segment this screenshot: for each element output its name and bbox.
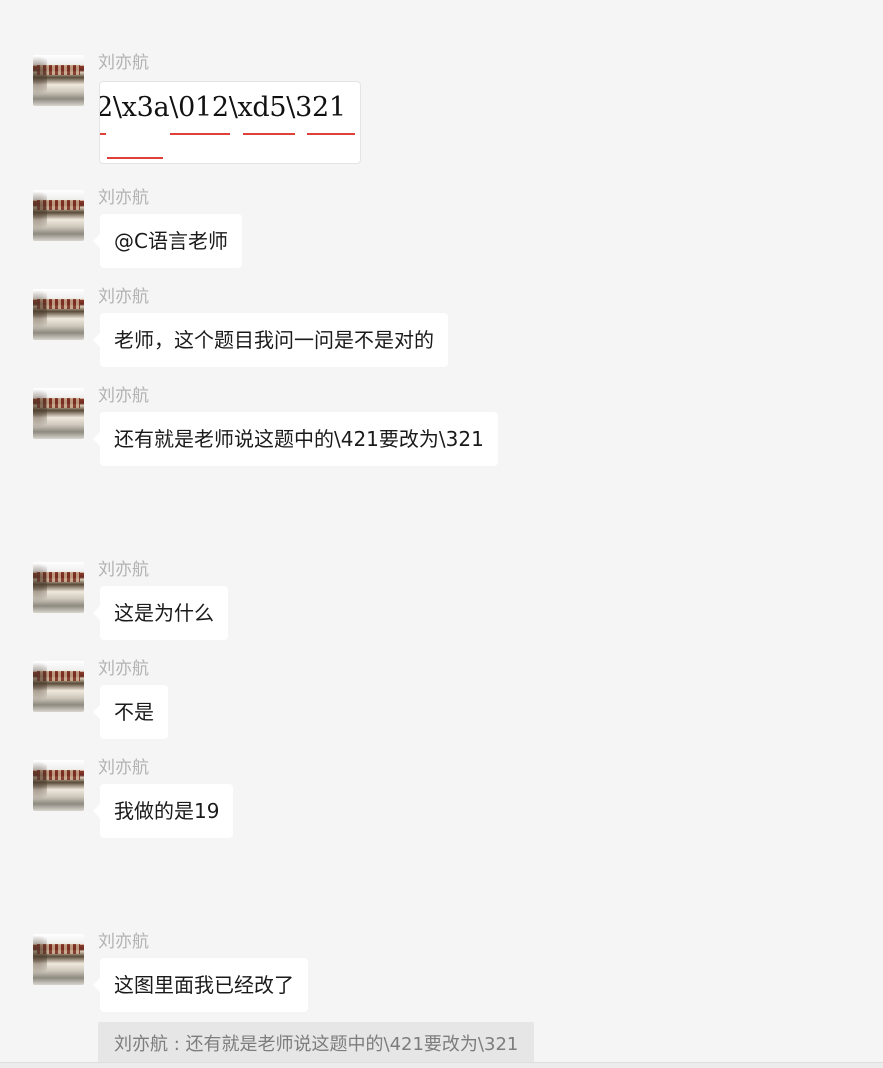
red-underline: [107, 157, 163, 159]
message-bubble[interactable]: 老师，这个题目我问一问是不是对的: [93, 313, 448, 367]
red-underline: [243, 133, 295, 135]
message-bubble[interactable]: 还有就是老师说这题中的\421要改为\321: [93, 412, 498, 466]
sender-name: 刘亦航: [98, 659, 149, 679]
avatar[interactable]: [33, 388, 84, 439]
sender-name: 刘亦航: [98, 932, 149, 952]
avatar[interactable]: [33, 661, 84, 712]
sender-name: 刘亦航: [98, 386, 149, 406]
message-bubble[interactable]: 我做的是19: [92, 784, 234, 838]
red-underline: [307, 133, 355, 135]
red-underline: [170, 133, 230, 135]
message-bubble[interactable]: @C语言老师: [93, 214, 242, 268]
sender-name: 刘亦航: [98, 188, 149, 208]
image-message[interactable]: 2\x3a\012\xd5\321: [99, 81, 361, 164]
red-underline: [100, 133, 106, 135]
sender-name: 刘亦航: [98, 53, 149, 73]
message-bubble[interactable]: 不是: [93, 685, 168, 739]
message-bubble[interactable]: 这是为什么: [93, 586, 228, 640]
sender-name: 刘亦航: [98, 287, 149, 307]
avatar[interactable]: [33, 55, 84, 106]
avatar[interactable]: [33, 760, 84, 811]
avatar[interactable]: [33, 289, 84, 340]
input-area-edge: [0, 1062, 883, 1068]
avatar[interactable]: [33, 934, 84, 985]
message-bubble[interactable]: 这图里面我已经改了: [93, 958, 308, 1012]
avatar[interactable]: [33, 190, 84, 241]
image-text: 2\x3a\012\xd5\321: [99, 92, 346, 123]
sender-name: 刘亦航: [98, 758, 149, 778]
sender-name: 刘亦航: [98, 560, 149, 580]
chat-area: 刘亦航 2\x3a\012\xd5\321 刘亦航 @C语言老师 刘亦航 老师，…: [0, 0, 883, 1068]
avatar[interactable]: [33, 562, 84, 613]
